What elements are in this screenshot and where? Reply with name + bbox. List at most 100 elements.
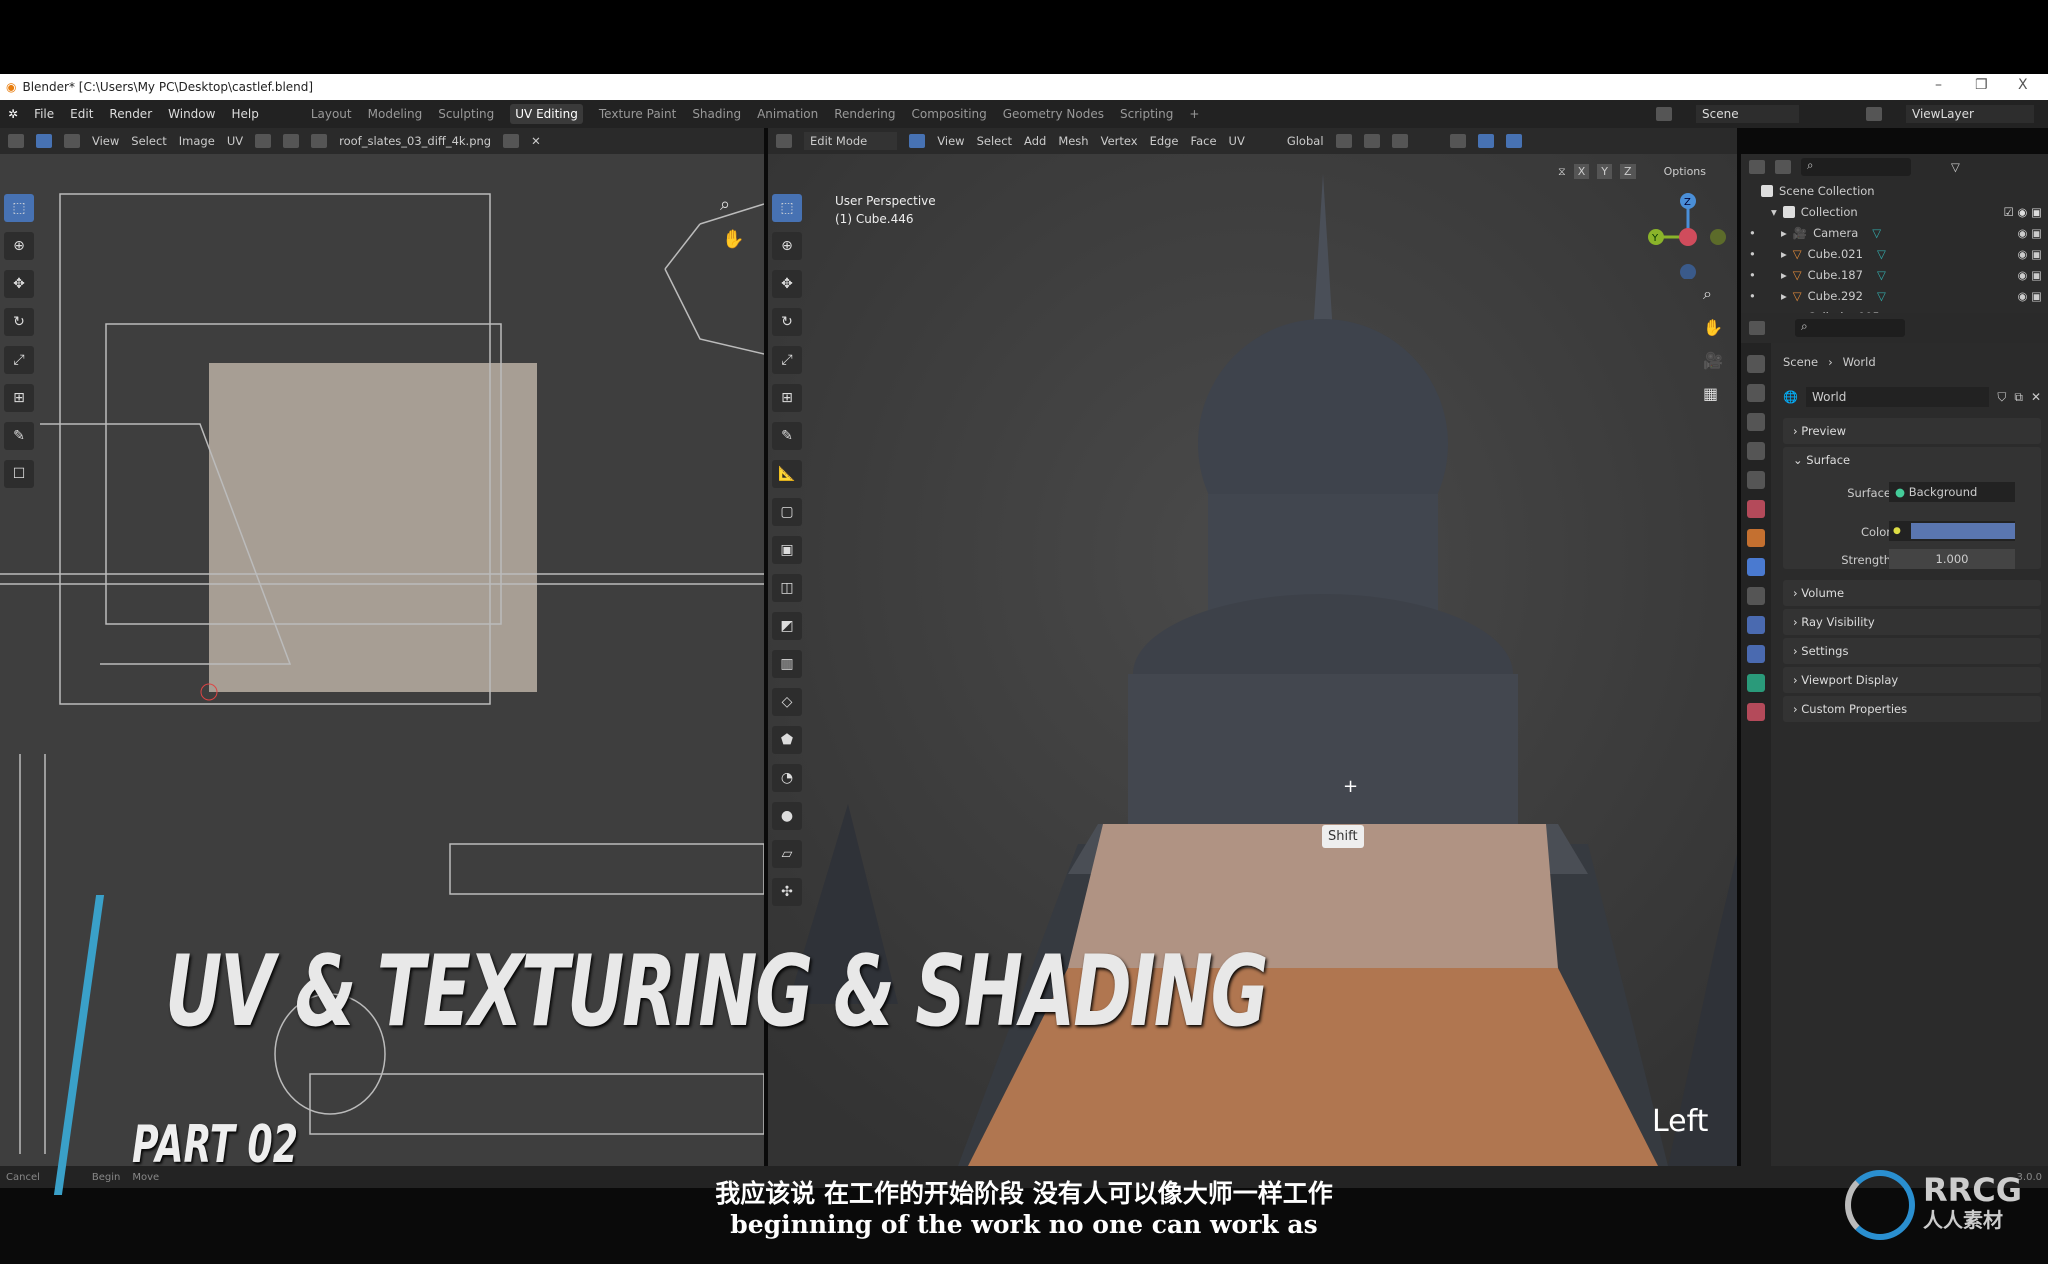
pan-view-icon[interactable]: ✋ xyxy=(722,229,744,250)
shrink-tool-icon[interactable]: ✣ xyxy=(772,878,802,906)
tab-layout[interactable]: Layout xyxy=(311,107,352,121)
grab-tool-icon[interactable]: ☐ xyxy=(4,460,34,488)
orientation-selector[interactable]: Global xyxy=(1287,134,1324,148)
minimize-button[interactable]: – xyxy=(1935,77,1942,93)
smooth-tool-icon[interactable]: ● xyxy=(772,802,802,830)
material-tab-icon[interactable] xyxy=(1747,703,1765,721)
axis-z-toggle[interactable]: Z xyxy=(1620,164,1636,179)
zoom-view-icon[interactable]: ⌕ xyxy=(1703,284,1723,304)
editor-type-icon[interactable] xyxy=(1749,321,1765,335)
snap-icon[interactable] xyxy=(1363,134,1380,148)
object-tab-icon[interactable] xyxy=(1747,529,1765,547)
axis-y-toggle[interactable]: Y xyxy=(1597,164,1613,179)
shear-tool-icon[interactable]: ▱ xyxy=(772,840,802,868)
menu-window[interactable]: Window xyxy=(168,107,215,121)
add-workspace-button[interactable]: + xyxy=(1189,107,1199,121)
uv-menu-image[interactable]: Image xyxy=(179,134,215,148)
vertex-select-icon[interactable] xyxy=(909,134,926,148)
world-browse-icon[interactable]: 🌐 xyxy=(1783,390,1798,404)
uv-menu-uv[interactable]: UV xyxy=(227,134,243,148)
spin-tool-icon[interactable]: ◔ xyxy=(772,764,802,792)
tab-uv-editing[interactable]: UV Editing xyxy=(510,104,583,124)
view-layer-selector[interactable]: ViewLayer xyxy=(1906,105,2034,123)
tab-scripting[interactable]: Scripting xyxy=(1120,107,1173,121)
expand-arrow-icon[interactable]: ▸ xyxy=(1781,268,1787,282)
proportional-edit-icon[interactable] xyxy=(1391,134,1408,148)
select-mode-icon[interactable] xyxy=(64,134,80,148)
pivot-icon[interactable] xyxy=(1335,134,1352,148)
extrude-tool-icon[interactable]: ▣ xyxy=(772,536,802,564)
panel-preview[interactable]: › Preview xyxy=(1783,418,2041,444)
vp-menu-select[interactable]: Select xyxy=(977,134,1012,148)
modifier-tab-icon[interactable] xyxy=(1747,558,1765,576)
uv-menu-select[interactable]: Select xyxy=(131,134,166,148)
pan-view-icon[interactable]: ✋ xyxy=(1703,318,1723,337)
navigation-gizmo[interactable]: Z Y xyxy=(1638,189,1728,279)
tab-geometry-nodes[interactable]: Geometry Nodes xyxy=(1003,107,1104,121)
expand-arrow-icon[interactable]: ▸ xyxy=(1781,247,1787,261)
new-image-icon[interactable] xyxy=(503,134,520,148)
expand-arrow-icon[interactable]: ▾ xyxy=(1771,205,1777,219)
view-icon[interactable] xyxy=(1775,160,1791,174)
panel-custom-properties[interactable]: › Custom Properties xyxy=(1783,696,2041,722)
sync-selection-icon[interactable] xyxy=(36,134,52,148)
scale-tool-icon[interactable]: ⤢ xyxy=(4,346,34,374)
close-button[interactable]: X xyxy=(2018,77,2028,93)
vp-menu-face[interactable]: Face xyxy=(1191,134,1217,148)
menu-file[interactable]: File xyxy=(34,107,54,121)
view-layer-tab-icon[interactable] xyxy=(1747,442,1765,460)
transform-tool-icon[interactable]: ⊞ xyxy=(772,384,802,412)
output-tab-icon[interactable] xyxy=(1747,413,1765,431)
properties-search-input[interactable]: ⌕ xyxy=(1795,319,1905,337)
menu-help[interactable]: Help xyxy=(231,107,258,121)
xray-icon[interactable] xyxy=(1477,134,1494,148)
visibility-icons[interactable]: ◉ ▣ xyxy=(2017,289,2042,303)
vp-menu-uv[interactable]: UV xyxy=(1229,134,1245,148)
vp-menu-edge[interactable]: Edge xyxy=(1150,134,1179,148)
move-tool-icon[interactable]: ✥ xyxy=(4,270,34,298)
poly-build-tool-icon[interactable]: ⬟ xyxy=(772,726,802,754)
render-tab-icon[interactable] xyxy=(1747,384,1765,402)
data-tab-icon[interactable] xyxy=(1747,674,1765,692)
collection-row[interactable]: ▾ Collection ☑ ◉ ▣ xyxy=(1741,201,2048,222)
scene-collection-row[interactable]: Scene Collection xyxy=(1741,180,2048,201)
panel-settings[interactable]: › Settings xyxy=(1783,638,2041,664)
scene-selector[interactable]: Scene xyxy=(1696,105,1799,123)
mode-selector[interactable]: Edit Mode xyxy=(804,132,898,150)
rotate-tool-icon[interactable]: ↻ xyxy=(4,308,34,336)
cursor-tool-icon[interactable]: ⊕ xyxy=(772,232,802,260)
physics-tab-icon[interactable] xyxy=(1747,616,1765,634)
image-name-field[interactable]: roof_slates_03_diff_4k.png xyxy=(339,134,491,148)
tab-modeling[interactable]: Modeling xyxy=(368,107,423,121)
editor-type-icon[interactable] xyxy=(8,134,24,148)
snap-icon[interactable] xyxy=(283,134,300,148)
expand-arrow-icon[interactable]: ▸ xyxy=(1781,226,1787,240)
world-tab-icon[interactable] xyxy=(1747,500,1765,518)
outliner-item[interactable]: • ▸ ▽ Cube.187 ▽ ◉ ▣ xyxy=(1741,264,2048,285)
constraints-tab-icon[interactable] xyxy=(1747,645,1765,663)
camera-view-icon[interactable]: 🎥 xyxy=(1703,351,1723,370)
vp-menu-mesh[interactable]: Mesh xyxy=(1058,134,1088,148)
image-browse-icon[interactable] xyxy=(311,134,328,148)
menu-render[interactable]: Render xyxy=(109,107,152,121)
display-mode-icon[interactable] xyxy=(1749,160,1765,174)
inset-tool-icon[interactable]: ◫ xyxy=(772,574,802,602)
select-box-tool-icon[interactable]: ⬚ xyxy=(4,194,34,222)
knife-tool-icon[interactable]: ◇ xyxy=(772,688,802,716)
world-name-field[interactable]: World xyxy=(1805,387,1990,407)
fake-user-icon[interactable]: ⛉ xyxy=(1997,390,2006,405)
rotate-tool-icon[interactable]: ↻ xyxy=(772,308,802,336)
add-cube-tool-icon[interactable]: ▢ xyxy=(772,498,802,526)
expand-arrow-icon[interactable]: ▸ xyxy=(1781,289,1787,303)
panel-viewport-display[interactable]: › Viewport Display xyxy=(1783,667,2041,693)
menu-edit[interactable]: Edit xyxy=(70,107,93,121)
particles-tab-icon[interactable] xyxy=(1747,587,1765,605)
uv-menu-view[interactable]: View xyxy=(92,134,119,148)
scene-tab-icon[interactable] xyxy=(1747,471,1765,489)
select-box-tool-icon[interactable]: ⬚ xyxy=(772,194,802,222)
visibility-icons[interactable]: ◉ ▣ xyxy=(2017,247,2042,261)
tab-rendering[interactable]: Rendering xyxy=(834,107,895,121)
measure-tool-icon[interactable]: 📐 xyxy=(772,460,802,488)
color-swatch[interactable] xyxy=(1910,523,2015,539)
restore-button[interactable]: ❐ xyxy=(1975,77,1988,93)
